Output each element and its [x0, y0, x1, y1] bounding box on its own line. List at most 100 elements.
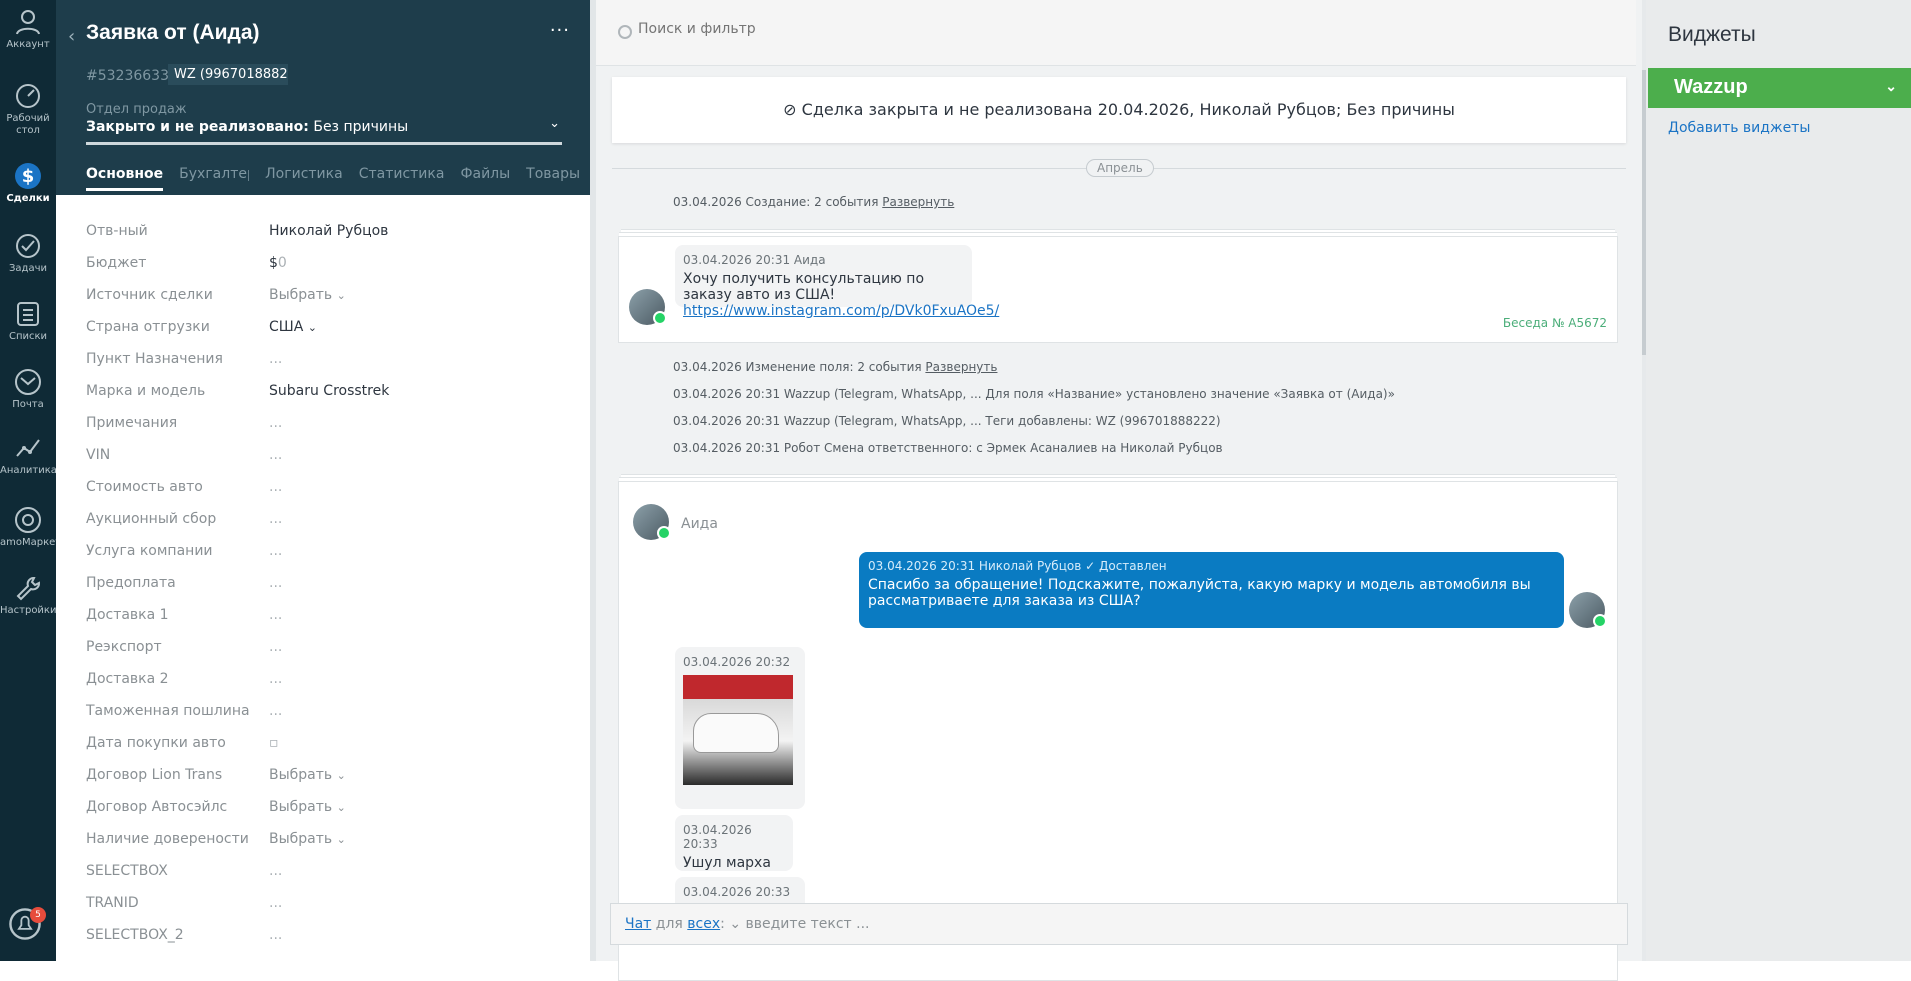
nav-label: Списки — [8, 331, 48, 342]
compose-for: для — [651, 916, 688, 932]
field-value[interactable]: США ⌄ — [269, 319, 317, 335]
field-value[interactable]: ... — [269, 575, 282, 591]
field-label: SELECTBOX — [86, 863, 168, 879]
field-value[interactable]: $0 — [269, 255, 287, 271]
nav-item-wrench[interactable]: Настройки — [0, 574, 56, 617]
wazzup-widget[interactable]: Wazzup ⌄ — [1648, 68, 1911, 108]
tab-5[interactable]: Товары — [526, 166, 580, 191]
recipient-link[interactable]: всех — [687, 916, 720, 932]
nav-item-check[interactable]: Задачи — [0, 232, 56, 275]
field-value[interactable]: ... — [269, 447, 282, 463]
field-label: Аукционный сбор — [86, 511, 217, 527]
field-value[interactable]: ... — [269, 639, 282, 655]
message-text: Ушул марха — [683, 855, 771, 871]
feed: ⊘ Сделка закрыта и не реализована 20.04.… — [596, 0, 1646, 981]
tab-0[interactable]: Основное — [86, 166, 164, 191]
field-value[interactable]: ... — [269, 863, 282, 879]
field-value[interactable]: Выбрать ⌄ — [269, 287, 346, 303]
field-label: Наличие доверености — [86, 831, 249, 847]
nav-label: amoМаркет — [0, 537, 62, 548]
field-row: Реэкспорт... — [86, 631, 566, 663]
tab-1[interactable]: Бухгалтерия — [179, 166, 249, 191]
month-label: Апрель — [1086, 159, 1154, 177]
field-value[interactable]: ... — [269, 415, 282, 431]
conversation-number[interactable]: Беседа № A5672 — [1503, 316, 1607, 330]
field-row: Марка и модель Subaru Crosstrek — [86, 375, 566, 407]
whatsapp-icon — [1593, 614, 1607, 628]
chevron-down-icon: ⌄ — [336, 289, 346, 302]
field-row: TRANID... — [86, 887, 566, 919]
lead-card: ‹ Заявка от (Аида) ··· #53236633 WZ (996… — [56, 0, 609, 961]
field-value[interactable]: ... — [269, 895, 282, 911]
pipeline-name: Отдел продаж — [86, 102, 187, 117]
lead-title[interactable]: Заявка от (Аида) — [86, 21, 260, 45]
field-value[interactable]: ... — [269, 479, 282, 495]
nav-item-dashboard[interactable]: Рабочий стол — [0, 82, 56, 137]
nav-item-mail[interactable]: Почта — [0, 368, 56, 411]
chevron-down-icon: ⌄ — [336, 769, 346, 782]
status-label: Закрыто и не реализовано: — [86, 119, 309, 135]
nav-item-dollar[interactable]: $ Сделки — [0, 162, 56, 205]
tab-4[interactable]: Файлы — [460, 166, 510, 191]
lead-tag[interactable]: WZ (996701888222) — [168, 64, 288, 85]
left-nav: Аккаунт Рабочий стол $ Сделки Задачи Списки По… — [0, 0, 61, 961]
field-label: Доставка 1 — [86, 607, 169, 623]
field-value[interactable]: ... — [269, 671, 282, 687]
field-value[interactable]: ... — [269, 927, 282, 943]
bell-icon — [8, 908, 42, 945]
field-value[interactable]: Выбрать ⌄ — [269, 831, 346, 847]
chat-type-link[interactable]: Чат — [625, 916, 651, 932]
field-value[interactable]: ... — [269, 351, 282, 367]
more-icon[interactable]: ··· — [550, 20, 570, 41]
chevron-down-icon[interactable]: ⌄ — [729, 916, 741, 932]
nav-item-market[interactable]: amoМаркет — [0, 506, 61, 549]
car-photo[interactable] — [683, 675, 793, 785]
field-row: VIN... — [86, 439, 566, 471]
field-value[interactable]: Николай Рубцов — [269, 223, 388, 239]
chevron-down-icon[interactable]: ⌄ — [549, 116, 560, 131]
nav-item-user[interactable]: Аккаунт — [0, 8, 56, 51]
search-input[interactable] — [638, 21, 1238, 37]
field-value[interactable]: ▫ — [269, 735, 279, 751]
expand-link[interactable]: Развернуть — [925, 360, 997, 374]
field-value[interactable]: ... — [269, 543, 282, 559]
field-row: Примечания... — [86, 407, 566, 439]
notifications-bell[interactable]: 5 — [8, 907, 48, 947]
tab-2[interactable]: Логистика — [265, 166, 343, 191]
mail-icon — [0, 368, 56, 396]
field-value[interactable]: ... — [269, 607, 282, 623]
budget-amount[interactable]: 0 — [278, 255, 287, 271]
lead-fields: Отв-ный Николай Рубцов Бюджет $0 Источник сд… — [86, 215, 566, 951]
field-value[interactable]: ... — [269, 511, 282, 527]
chat-block-1: 03.04.2026 20:31 Аида Хочу получить конс… — [618, 236, 1618, 343]
field-row: Наличие доверености Выбрать ⌄ — [86, 823, 566, 855]
nav-item-analytics[interactable]: Аналитика — [0, 434, 57, 477]
note-changed: 03.04.2026 Изменение поля: 2 события Раз… — [673, 360, 997, 374]
field-value[interactable]: ... — [269, 703, 282, 719]
message-link[interactable]: https://www.instagram.com/p/DVk0FxuAOe5/ — [683, 303, 999, 319]
nav-label: Настройки — [0, 605, 57, 616]
field-value[interactable]: Выбрать ⌄ — [269, 799, 346, 815]
field-label: TRANID — [86, 895, 139, 911]
back-icon[interactable]: ‹ — [68, 26, 75, 47]
svg-text:$: $ — [22, 166, 35, 187]
field-row: Бюджет $0 — [86, 247, 566, 279]
note-created: 03.04.2026 Создание: 2 события Развернут… — [673, 195, 954, 209]
field-row: SELECTBOX_2... — [86, 919, 566, 951]
status-reason: Без причины — [308, 119, 409, 135]
chevron-down-icon[interactable]: ⌄ — [1885, 78, 1897, 95]
lead-header: ‹ Заявка от (Аида) ··· #53236633 WZ (996… — [56, 0, 609, 195]
add-widgets-link[interactable]: Добавить виджеты — [1668, 120, 1810, 136]
field-value[interactable]: Subaru Crosstrek — [269, 383, 389, 399]
tab-3[interactable]: Статистика — [359, 166, 445, 191]
nav-item-list[interactable]: Списки — [0, 300, 56, 343]
closed-banner: ⊘ Сделка закрыта и не реализована 20.04.… — [612, 77, 1626, 143]
compose-box[interactable]: Чат для всех: ⌄ введите текст ... — [610, 903, 1628, 945]
pipeline-status[interactable]: Закрыто и не реализовано: Без причины — [86, 119, 408, 135]
lead-id: #53236633 — [86, 68, 169, 84]
field-value[interactable]: Выбрать ⌄ — [269, 767, 346, 783]
expand-link[interactable]: Развернуть — [882, 195, 954, 209]
notification-badge: 5 — [30, 907, 46, 923]
dollar-icon: $ — [0, 162, 56, 190]
whatsapp-icon — [653, 311, 667, 325]
